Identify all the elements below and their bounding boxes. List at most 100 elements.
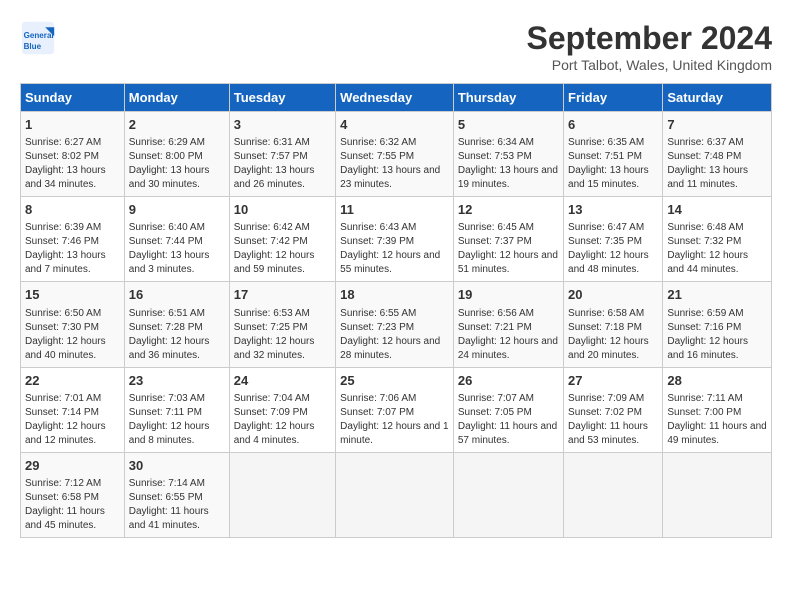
table-row: 1Sunrise: 6:27 AMSunset: 8:02 PMDaylight… [21,112,125,197]
location-subtitle: Port Talbot, Wales, United Kingdom [527,57,772,73]
day-number: 2 [129,116,225,134]
day-info: Sunrise: 6:31 AMSunset: 7:57 PMDaylight:… [234,136,331,192]
calendar-table: Sunday Monday Tuesday Wednesday Thursday… [20,83,772,538]
table-row [663,452,772,537]
day-number: 23 [129,372,225,390]
day-info: Sunrise: 7:07 AMSunset: 7:05 PMDaylight:… [458,392,559,448]
calendar-row: 22 Sunrise: 7:01 AMSunset: 7:14 PMDayligh… [21,367,772,452]
day-number: 3 [234,116,331,134]
day-number: 15 [25,286,120,304]
table-row [564,452,663,537]
table-row: 22 Sunrise: 7:01 AMSunset: 7:14 PMDayligh… [21,367,125,452]
day-number: 25 [340,372,449,390]
day-info: Sunrise: 7:04 AMSunset: 7:09 PMDaylight:… [234,392,331,448]
table-row: 3 Sunrise: 6:31 AMSunset: 7:57 PMDaylight… [229,112,335,197]
table-row: 28 Sunrise: 7:11 AMSunset: 7:00 PMDayligh… [663,367,772,452]
table-row: 14 Sunrise: 6:48 AMSunset: 7:32 PMDayligh… [663,197,772,282]
day-info: Sunrise: 6:50 AMSunset: 7:30 PMDaylight:… [25,307,120,363]
day-info: Sunrise: 6:35 AMSunset: 7:51 PMDaylight:… [568,136,658,192]
table-row: 10Sunrise: 6:42 AMSunset: 7:42 PMDayligh… [229,197,335,282]
calendar-row: 1Sunrise: 6:27 AMSunset: 8:02 PMDaylight… [21,112,772,197]
day-info: Sunrise: 7:11 AMSunset: 7:00 PMDaylight:… [667,392,767,448]
day-info: Sunrise: 7:12 AMSunset: 6:58 PMDaylight:… [25,477,120,533]
day-info: Sunrise: 6:47 AMSunset: 7:35 PMDaylight:… [568,221,658,277]
calendar-row: 29 Sunrise: 7:12 AMSunset: 6:58 PMDayligh… [21,452,772,537]
day-number: 30 [129,457,225,475]
day-number: 22 [25,372,120,390]
day-number: 21 [667,286,767,304]
day-info: Sunrise: 6:45 AMSunset: 7:37 PMDaylight:… [458,221,559,277]
svg-text:General: General [24,31,54,40]
table-row: 11 Sunrise: 6:43 AMSunset: 7:39 PMDayligh… [336,197,454,282]
day-info: Sunrise: 6:43 AMSunset: 7:39 PMDaylight:… [340,221,449,277]
logo-icon: General Blue [20,20,56,56]
day-number: 9 [129,201,225,219]
day-info: Sunrise: 6:59 AMSunset: 7:16 PMDaylight:… [667,307,767,363]
day-number: 7 [667,116,767,134]
col-thursday: Thursday [453,84,563,112]
table-row: 17Sunrise: 6:53 AMSunset: 7:25 PMDayligh… [229,282,335,367]
col-monday: Monday [124,84,229,112]
table-row [336,452,454,537]
logo: General Blue General Blue [20,20,56,56]
col-tuesday: Tuesday [229,84,335,112]
table-row: 24 Sunrise: 7:04 AMSunset: 7:09 PMDayligh… [229,367,335,452]
calendar-header: Sunday Monday Tuesday Wednesday Thursday… [21,84,772,112]
day-info: Sunrise: 7:01 AMSunset: 7:14 PMDaylight:… [25,392,120,448]
table-row: 23Sunrise: 7:03 AMSunset: 7:11 PMDayligh… [124,367,229,452]
header-row: Sunday Monday Tuesday Wednesday Thursday… [21,84,772,112]
table-row: 20 Sunrise: 6:58 AMSunset: 7:18 PMDayligh… [564,282,663,367]
table-row: 18 Sunrise: 6:55 AMSunset: 7:23 PMDayligh… [336,282,454,367]
table-row: 29 Sunrise: 7:12 AMSunset: 6:58 PMDayligh… [21,452,125,537]
day-info: Sunrise: 6:27 AMSunset: 8:02 PMDaylight:… [25,136,120,192]
day-info: Sunrise: 6:48 AMSunset: 7:32 PMDaylight:… [667,221,767,277]
day-number: 18 [340,286,449,304]
col-sunday: Sunday [21,84,125,112]
day-info: Sunrise: 6:56 AMSunset: 7:21 PMDaylight:… [458,307,559,363]
month-title: September 2024 [527,20,772,57]
day-info: Sunrise: 6:37 AMSunset: 7:48 PMDaylight:… [667,136,767,192]
day-number: 12 [458,201,559,219]
day-info: Sunrise: 6:29 AMSunset: 8:00 PMDaylight:… [129,136,225,192]
day-info: Sunrise: 6:32 AMSunset: 7:55 PMDaylight:… [340,136,449,192]
table-row: 9Sunrise: 6:40 AMSunset: 7:44 PMDaylight… [124,197,229,282]
table-row: 5 Sunrise: 6:34 AMSunset: 7:53 PMDaylight… [453,112,563,197]
table-row [453,452,563,537]
day-number: 11 [340,201,449,219]
day-number: 26 [458,372,559,390]
day-info: Sunrise: 6:53 AMSunset: 7:25 PMDaylight:… [234,307,331,363]
calendar-body: 1Sunrise: 6:27 AMSunset: 8:02 PMDaylight… [21,112,772,538]
day-number: 13 [568,201,658,219]
table-row: 27Sunrise: 7:09 AMSunset: 7:02 PMDayligh… [564,367,663,452]
day-info: Sunrise: 6:58 AMSunset: 7:18 PMDaylight:… [568,307,658,363]
table-row: 8Sunrise: 6:39 AMSunset: 7:46 PMDaylight… [21,197,125,282]
col-saturday: Saturday [663,84,772,112]
day-number: 19 [458,286,559,304]
table-row: 2 Sunrise: 6:29 AMSunset: 8:00 PMDaylight… [124,112,229,197]
day-number: 10 [234,201,331,219]
day-number: 29 [25,457,120,475]
day-info: Sunrise: 7:06 AMSunset: 7:07 PMDaylight:… [340,392,449,448]
day-info: Sunrise: 6:34 AMSunset: 7:53 PMDaylight:… [458,136,559,192]
table-row: 7 Sunrise: 6:37 AMSunset: 7:48 PMDaylight… [663,112,772,197]
day-info: Sunrise: 7:09 AMSunset: 7:02 PMDaylight:… [568,392,658,448]
table-row: 12 Sunrise: 6:45 AMSunset: 7:37 PMDayligh… [453,197,563,282]
table-row: 25 Sunrise: 7:06 AMSunset: 7:07 PMDayligh… [336,367,454,452]
calendar-row: 15 Sunrise: 6:50 AMSunset: 7:30 PMDayligh… [21,282,772,367]
day-number: 20 [568,286,658,304]
day-number: 4 [340,116,449,134]
table-row: 6Sunrise: 6:35 AMSunset: 7:51 PMDaylight… [564,112,663,197]
day-number: 14 [667,201,767,219]
day-number: 28 [667,372,767,390]
table-row: 30Sunrise: 7:14 AMSunset: 6:55 PMDayligh… [124,452,229,537]
table-row: 19 Sunrise: 6:56 AMSunset: 7:21 PMDayligh… [453,282,563,367]
col-wednesday: Wednesday [336,84,454,112]
day-number: 24 [234,372,331,390]
title-block: September 2024 Port Talbot, Wales, Unite… [527,20,772,73]
col-friday: Friday [564,84,663,112]
day-info: Sunrise: 6:55 AMSunset: 7:23 PMDaylight:… [340,307,449,363]
day-number: 5 [458,116,559,134]
day-number: 16 [129,286,225,304]
calendar-row: 8Sunrise: 6:39 AMSunset: 7:46 PMDaylight… [21,197,772,282]
table-row: 4 Sunrise: 6:32 AMSunset: 7:55 PMDaylight… [336,112,454,197]
